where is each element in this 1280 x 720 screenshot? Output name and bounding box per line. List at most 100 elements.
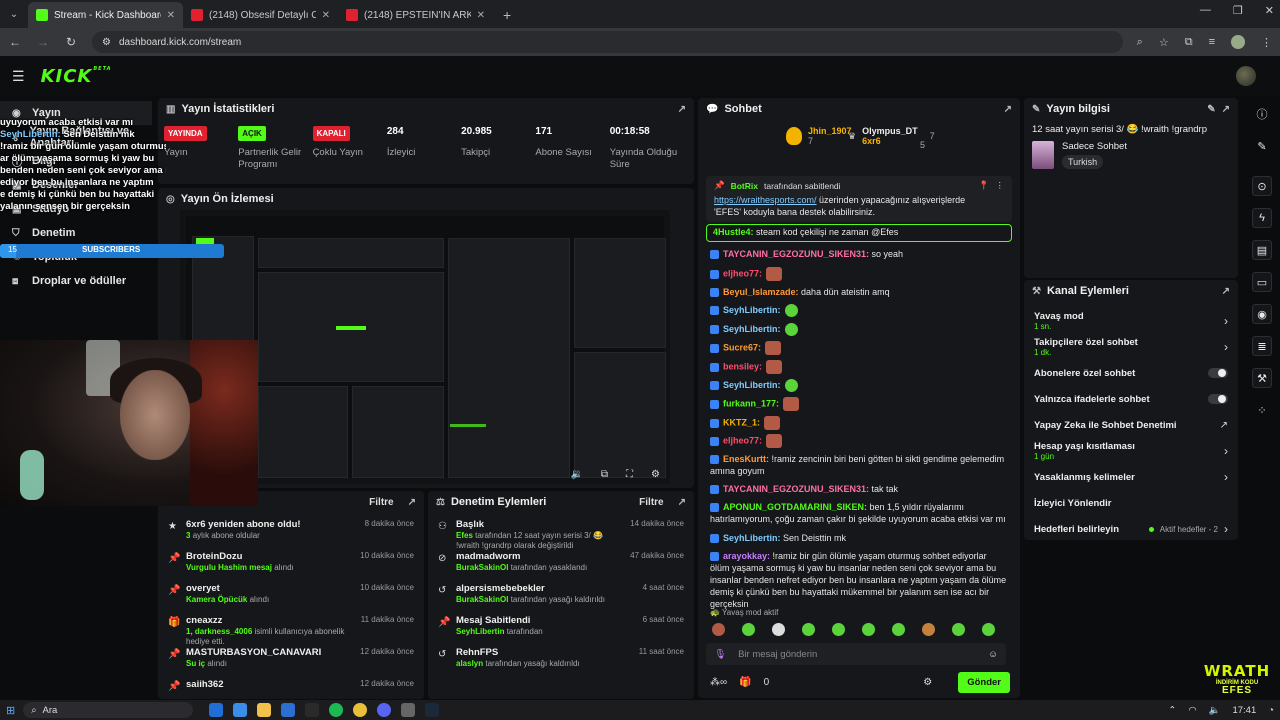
emote-icon[interactable] xyxy=(832,623,845,636)
spotify-icon[interactable] xyxy=(329,703,344,717)
apps-icon[interactable]: ⁘ xyxy=(1252,400,1272,420)
hamburger-menu-icon[interactable]: ☰ xyxy=(12,68,25,85)
category-name[interactable]: Sadece Sohbet xyxy=(1062,141,1127,152)
list-item[interactable]: 📌 saiih362 12 dakika önce xyxy=(158,673,424,699)
chrome-icon[interactable] xyxy=(353,703,368,717)
close-tab-icon[interactable]: ✕ xyxy=(477,10,485,21)
volume-icon[interactable]: 🔈 xyxy=(1209,705,1221,716)
profile-avatar[interactable] xyxy=(1231,35,1245,49)
kick-logo[interactable]: KICKBETA xyxy=(41,66,112,87)
list-item[interactable]: 📌 BroteinDozu Vurgulu Hashim mesaj alındı 1… xyxy=(158,545,424,577)
popout-icon[interactable]: ↗ xyxy=(408,497,416,508)
channel-action-row[interactable]: Abonelere özel sohbet xyxy=(1024,360,1238,386)
infinity-icon[interactable]: ⁂∞ xyxy=(710,677,727,688)
list-item[interactable]: 🎁 cneaxzz 1, darkness_4006 isimli kullanıc… xyxy=(158,609,424,646)
emote-icon[interactable] xyxy=(892,623,905,636)
toggle-switch[interactable] xyxy=(1208,394,1228,404)
steam-icon[interactable] xyxy=(425,703,440,717)
list-item[interactable]: ↺ RehnFPS alaslyn tarafından yasağı kaldır… xyxy=(428,641,694,673)
popout-icon[interactable]: ↗ xyxy=(1004,104,1012,115)
chevron-right-icon[interactable]: › xyxy=(1224,314,1228,328)
mail-icon[interactable] xyxy=(281,703,296,717)
taskbar-search[interactable]: ⌕ Ara xyxy=(23,702,194,718)
extensions-icon[interactable]: ⧉ xyxy=(1185,36,1193,49)
popout-icon[interactable]: ↗ xyxy=(678,104,686,115)
list-item[interactable]: ★ 6xr6 yeniden abone oldu! 3 aylık abone o… xyxy=(158,513,424,545)
wrench-icon[interactable]: ⚒ xyxy=(1252,368,1272,388)
url-field[interactable]: ⚙ dashboard.kick.com/stream xyxy=(92,31,1123,53)
channel-action-row[interactable]: Yapay Zeka ile Sohbet Denetimi ↗ xyxy=(1024,412,1238,438)
top-gifter-1[interactable]: Jhin_1907 7 xyxy=(786,126,852,146)
browser-menu-icon[interactable]: ⋮ xyxy=(1261,36,1272,49)
category-thumbnail[interactable] xyxy=(1032,141,1054,169)
bookmark-star-icon[interactable]: ☆ xyxy=(1159,36,1169,49)
chat-username[interactable]: Beyul_Islamzade: xyxy=(723,287,799,297)
list-item[interactable]: ⚇ Başlık Efes tarafından 12 saat yayın ser… xyxy=(428,513,694,550)
chat-settings-icon[interactable]: ⚙ xyxy=(923,677,932,688)
emote-icon[interactable] xyxy=(862,623,875,636)
channel-action-row[interactable]: Yavaş mod 1 sn. › xyxy=(1024,308,1238,334)
chat-icon[interactable]: ▭ xyxy=(1252,272,1272,292)
emote-bar[interactable] xyxy=(712,623,995,636)
lightning-icon[interactable]: ϟ xyxy=(1252,208,1272,228)
browser-tab-youtube-1[interactable]: (2148) Obsesif Detaylı Cin Alem ✕ xyxy=(183,2,338,28)
chat-username[interactable]: eljheo77: xyxy=(723,435,762,445)
list-item[interactable]: 📌 overyet Kamera Öpücük alındı 10 dakika ön… xyxy=(158,577,424,609)
chat-username[interactable]: SeyhLibertin: xyxy=(723,380,781,390)
microphone-icon[interactable]: 🎙 xyxy=(714,649,726,660)
chat-username[interactable]: Sucre67: xyxy=(723,342,761,352)
chat-username[interactable]: EnesKurtt: xyxy=(723,454,769,464)
chat-username[interactable]: SeyhLibertin: xyxy=(723,305,781,315)
edit-icon[interactable]: ✎ xyxy=(1252,136,1272,156)
channel-action-row[interactable]: Takipçilere özel sohbet 1 dk. › xyxy=(1024,334,1238,360)
fullscreen-icon[interactable]: ⛶ xyxy=(626,469,633,480)
app-icon[interactable] xyxy=(233,703,248,717)
sidebar-item-drops[interactable]: ⧈ Droplar ve ödüller xyxy=(0,269,152,293)
chat-username[interactable]: furkann_177: xyxy=(723,398,779,408)
discord-icon[interactable] xyxy=(377,703,392,717)
browser-tab-youtube-2[interactable]: (2148) EPSTEIN'İN ARKASINDA ✕ xyxy=(338,2,493,28)
browser-tab-kick[interactable]: Stream - Kick Dashboard ✕ xyxy=(28,2,183,28)
chat-username[interactable]: TAYCANIN_EGZOZUNU_SIKEN31: xyxy=(723,249,869,259)
tab-search-icon[interactable]: ⌄ xyxy=(0,0,28,28)
chat-username[interactable]: bensiley: xyxy=(723,361,762,371)
pinned-by-user[interactable]: BotRix xyxy=(731,181,758,191)
close-tab-icon[interactable]: ✕ xyxy=(322,10,330,21)
zoom-icon[interactable]: ⌕ xyxy=(1137,36,1143,49)
emote-icon[interactable] xyxy=(742,623,755,636)
gift-icon[interactable]: 🎁 xyxy=(739,677,751,688)
back-icon[interactable]: ← xyxy=(8,35,22,49)
more-icon[interactable]: ⋮ xyxy=(996,180,1005,191)
popout-icon[interactable]: ↗ xyxy=(1222,286,1230,297)
folder-icon[interactable] xyxy=(257,703,272,717)
app-icon[interactable] xyxy=(305,703,320,717)
edit-pencil-icon[interactable]: ✎ xyxy=(1207,104,1215,115)
chat-username[interactable]: eljheo77: xyxy=(723,268,762,278)
chat-username[interactable]: KKTZ_1: xyxy=(723,417,760,427)
clock[interactable]: 17:41 xyxy=(1232,705,1256,716)
edge-icon[interactable] xyxy=(209,703,224,717)
chevron-right-icon[interactable]: › xyxy=(1224,340,1228,354)
volume-icon[interactable]: 🔉 xyxy=(570,469,582,480)
send-button[interactable]: Gönder xyxy=(958,672,1010,693)
channel-action-row[interactable]: Hedefleri belirleyin Aktif hedefler - 2 › xyxy=(1024,516,1238,540)
chat-username[interactable]: SeyhLibertin: xyxy=(723,533,781,543)
chevron-right-icon[interactable]: › xyxy=(1224,522,1228,536)
pin-toggle-icon[interactable]: 📍 xyxy=(979,180,990,191)
chevron-right-icon[interactable]: › xyxy=(1224,470,1228,484)
close-window-icon[interactable]: ✕ xyxy=(1265,4,1274,17)
target-icon[interactable]: ⊙ xyxy=(1252,176,1272,196)
pinned-link[interactable]: https://wraithesports.com/ xyxy=(714,195,817,205)
popout-icon[interactable]: ↗ xyxy=(1222,104,1230,115)
document-icon[interactable]: ▤ xyxy=(1252,240,1272,260)
channel-action-row[interactable]: İzleyici Yönlendir xyxy=(1024,490,1238,516)
broadcast-icon[interactable]: ◉ xyxy=(1252,304,1272,324)
chevron-right-icon[interactable]: › xyxy=(1224,444,1228,458)
tray-chevron-icon[interactable]: ⌃ xyxy=(1168,705,1176,716)
emote-icon[interactable] xyxy=(952,623,965,636)
external-link-icon[interactable]: ↗ xyxy=(1220,420,1228,431)
windows-start-icon[interactable]: ⊞ xyxy=(6,704,15,717)
settings-icon[interactable]: ⚙ xyxy=(651,469,660,480)
chat-username[interactable]: arayokkay: xyxy=(723,551,770,561)
chat-username[interactable]: SeyhLibertin: xyxy=(723,324,781,334)
